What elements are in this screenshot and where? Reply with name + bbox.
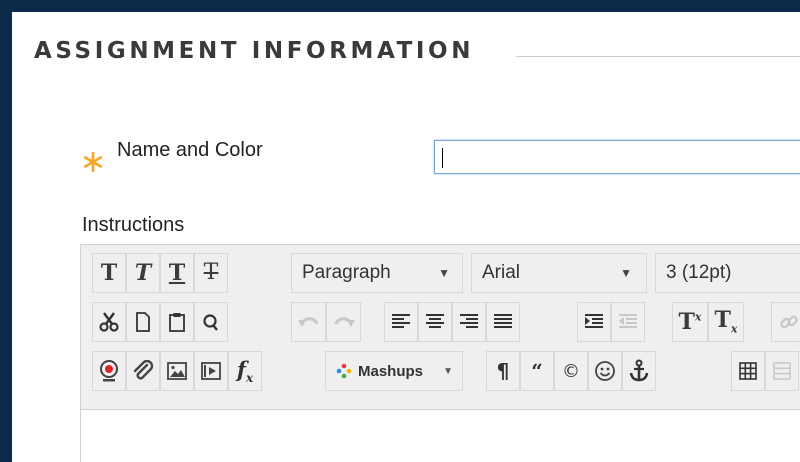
undo-icon (297, 317, 318, 327)
insert-image-button[interactable] (160, 351, 194, 391)
indent-icon (585, 314, 603, 328)
section-title: ASSIGNMENT INFORMATION (34, 38, 475, 64)
paste-icon (169, 313, 185, 332)
link-button[interactable] (771, 302, 800, 342)
editor-toolbar: T T T T Paragraph ▼ Arial ▼ 3 (12pt) ▼ (81, 245, 800, 410)
assignment-form: ASSIGNMENT INFORMATION Name and Color In… (12, 12, 800, 462)
paragraph-mark-icon: ¶ (496, 359, 510, 383)
subscript-icon: Tx (714, 307, 738, 336)
underline-icon: T (168, 260, 186, 286)
mashups-menu[interactable]: Mashups ▼ (325, 351, 463, 391)
paste-button[interactable] (160, 302, 194, 342)
italic-button[interactable]: T (126, 253, 160, 293)
editor-content-area[interactable] (81, 410, 800, 462)
underline-button[interactable]: T (160, 253, 194, 293)
table-icon (739, 362, 757, 380)
align-left-icon (392, 314, 410, 328)
instructions-editor: T T T T Paragraph ▼ Arial ▼ 3 (12pt) ▼ (80, 244, 800, 462)
chevron-down-icon: ▼ (443, 365, 453, 377)
mashups-icon (336, 363, 352, 379)
table-icon (773, 362, 791, 380)
paragraph-format-value: Paragraph (302, 262, 391, 283)
subscript-button[interactable]: Tx (708, 302, 744, 342)
insert-media-button[interactable] (194, 351, 228, 391)
image-icon (167, 362, 187, 380)
paragraph-format-select[interactable]: Paragraph ▼ (291, 253, 463, 293)
font-size-select[interactable]: 3 (12pt) ▼ (655, 253, 800, 293)
font-family-select[interactable]: Arial ▼ (471, 253, 647, 293)
anchor-button[interactable] (622, 351, 656, 391)
bold-icon: T (100, 260, 118, 286)
indent-button[interactable] (577, 302, 611, 342)
align-center-button[interactable] (418, 302, 452, 342)
outdent-button[interactable] (611, 302, 645, 342)
cut-icon (99, 312, 119, 332)
insert-table-button[interactable] (731, 351, 765, 391)
show-blocks-button[interactable]: ¶ (486, 351, 520, 391)
bold-button[interactable]: T (92, 253, 126, 293)
mashups-label: Mashups (358, 362, 424, 380)
cut-button[interactable] (92, 302, 126, 342)
required-star-icon (82, 151, 104, 173)
text-cursor (442, 148, 443, 168)
align-justify-button[interactable] (486, 302, 520, 342)
record-button[interactable] (92, 351, 126, 391)
font-family-value: Arial (482, 262, 521, 283)
find-icon (203, 314, 218, 331)
undo-button[interactable] (291, 302, 326, 342)
copy-icon (136, 312, 150, 332)
chevron-down-icon: ▼ (620, 266, 632, 280)
copyright-icon: © (562, 360, 580, 382)
math-icon: fx (236, 356, 254, 386)
anchor-icon (629, 359, 649, 382)
emoticon-button[interactable] (588, 351, 622, 391)
special-character-button[interactable]: © (554, 351, 588, 391)
redo-icon (334, 317, 355, 327)
link-icon (780, 315, 798, 329)
strikethrough-icon: T (203, 260, 219, 285)
align-justify-icon (494, 314, 512, 328)
font-size-value: 3 (12pt) (666, 262, 732, 283)
align-right-icon (460, 314, 478, 328)
section-divider (516, 56, 800, 57)
superscript-button[interactable]: Tx (672, 302, 708, 342)
blockquote-button[interactable]: “ (520, 351, 554, 391)
instructions-label: Instructions (82, 214, 185, 236)
redo-button[interactable] (326, 302, 361, 342)
table-properties-button[interactable] (765, 351, 799, 391)
align-right-button[interactable] (452, 302, 486, 342)
align-left-button[interactable] (384, 302, 418, 342)
italic-icon: T (134, 260, 152, 286)
chevron-down-icon: ▼ (438, 266, 450, 280)
name-input[interactable] (434, 140, 800, 174)
copy-button[interactable] (126, 302, 160, 342)
superscript-icon: Tx (678, 309, 702, 335)
align-center-icon (426, 314, 444, 328)
outdent-icon (619, 314, 637, 328)
blockquote-icon: “ (531, 359, 543, 383)
name-and-color-label: Name and Color (117, 139, 263, 161)
emoticon-icon (595, 361, 615, 381)
attach-icon (133, 360, 154, 380)
strikethrough-button[interactable]: T (194, 253, 228, 293)
record-icon (100, 360, 118, 382)
find-button[interactable] (194, 302, 228, 342)
attach-file-button[interactable] (126, 351, 160, 391)
media-icon (201, 362, 221, 380)
math-editor-button[interactable]: fx (228, 351, 262, 391)
